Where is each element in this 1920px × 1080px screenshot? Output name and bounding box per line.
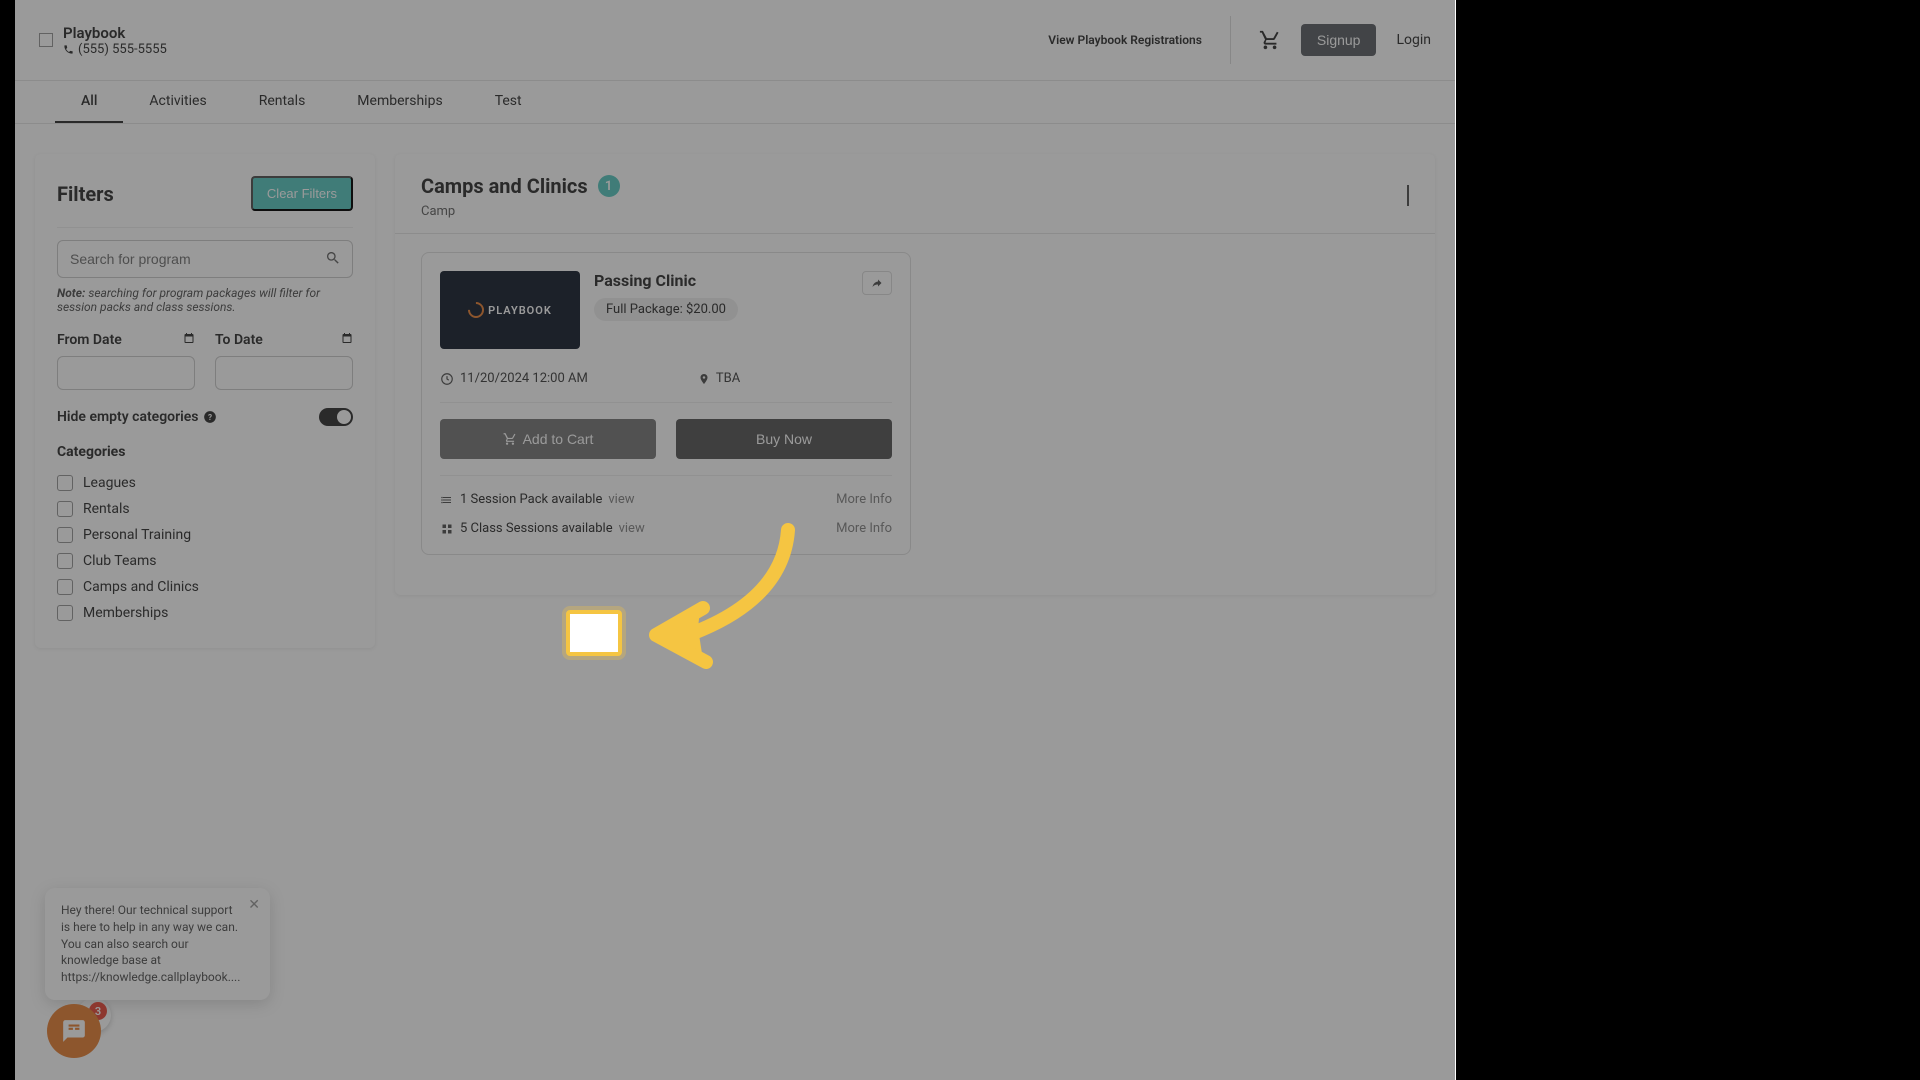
header: Playbook (555) 555-5555 View Playbook Re… — [15, 0, 1455, 81]
content-panel: Camps and Clinics 1 Camp PLAYBOOK — [395, 154, 1435, 595]
categories-title: Categories — [57, 444, 353, 460]
more-info-link[interactable]: More Info — [836, 492, 892, 507]
from-date-input[interactable] — [57, 356, 195, 390]
divider — [440, 402, 892, 403]
chevron-up-icon[interactable] — [1407, 187, 1409, 206]
brand-phone: (555) 555-5555 — [63, 42, 167, 57]
hide-empty-label: Hide empty categories — [57, 409, 199, 425]
calendar-icon — [183, 332, 195, 348]
chat-button[interactable] — [47, 1004, 101, 1058]
date-text: 11/20/2024 12:00 AM — [460, 371, 588, 386]
pin-icon — [698, 372, 710, 386]
program-card: PLAYBOOK Passing Clinic Full Package: $2… — [421, 252, 911, 555]
class-sessions-info: 5 Class Sessions available view — [440, 521, 645, 536]
from-date-label: From Date — [57, 332, 122, 348]
divider — [1230, 16, 1231, 64]
annotation-arrow-icon — [628, 520, 808, 680]
header-right: View Playbook Registrations Signup Login — [1048, 16, 1431, 64]
clear-filters-button[interactable]: Clear Filters — [251, 176, 353, 211]
tabs: All Activities Rentals Memberships Test — [15, 81, 1455, 124]
tab-all[interactable]: All — [55, 81, 123, 123]
search-input[interactable] — [57, 240, 353, 278]
add-to-cart-button[interactable]: Add to Cart — [440, 419, 656, 459]
category-memberships[interactable]: Memberships — [57, 600, 353, 626]
hide-empty-toggle[interactable] — [319, 408, 353, 426]
divider — [440, 475, 892, 476]
category-rentals[interactable]: Rentals — [57, 496, 353, 522]
program-image: PLAYBOOK — [440, 271, 580, 349]
annotation-highlight — [566, 610, 622, 656]
calendar-icon — [341, 332, 353, 348]
divider — [57, 227, 353, 228]
checkbox[interactable] — [57, 605, 73, 621]
phone-number: (555) 555-5555 — [78, 42, 167, 57]
section-subtitle: Camp — [421, 204, 620, 219]
filters-title: Filters — [57, 182, 114, 206]
note-label: Note: — [57, 286, 85, 300]
class-sessions-text: 5 Class Sessions available — [460, 521, 613, 536]
tab-memberships[interactable]: Memberships — [331, 81, 468, 123]
filters-panel: Filters Clear Filters Note: searching fo… — [35, 154, 375, 648]
to-date-input[interactable] — [215, 356, 353, 390]
location-meta: TBA — [698, 371, 740, 386]
brand-logo-icon — [39, 33, 53, 47]
checkbox[interactable] — [57, 553, 73, 569]
price-chip: Full Package: $20.00 — [594, 298, 738, 321]
tab-rentals[interactable]: Rentals — [233, 81, 332, 123]
category-leagues[interactable]: Leagues — [57, 470, 353, 496]
brand: Playbook (555) 555-5555 — [39, 24, 167, 57]
brand-name: Playbook — [63, 24, 167, 42]
signup-button[interactable]: Signup — [1301, 24, 1377, 56]
note-text: searching for program packages will filt… — [57, 286, 320, 314]
checkbox[interactable] — [57, 527, 73, 543]
date-meta: 11/20/2024 12:00 AM — [440, 371, 588, 386]
svg-text:?: ? — [207, 412, 211, 422]
category-club-teams[interactable]: Club Teams — [57, 548, 353, 574]
search-icon[interactable] — [325, 250, 341, 270]
category-personal-training[interactable]: Personal Training — [57, 522, 353, 548]
session-pack-text: 1 Session Pack available — [460, 492, 602, 507]
more-info-link[interactable]: More Info — [836, 521, 892, 536]
help-icon[interactable]: ? — [203, 410, 217, 424]
chat-popup: ✕ Hey there! Our technical support is he… — [45, 888, 270, 1000]
search-note: Note: searching for program packages wil… — [57, 286, 353, 314]
class-sessions-icon — [440, 523, 454, 535]
count-badge: 1 — [598, 175, 620, 197]
tab-activities[interactable]: Activities — [123, 81, 232, 123]
session-pack-icon — [440, 494, 454, 506]
tab-test[interactable]: Test — [469, 81, 548, 123]
cart-icon[interactable] — [1259, 29, 1281, 51]
program-title: Passing Clinic — [594, 271, 738, 290]
close-icon[interactable]: ✕ — [248, 896, 260, 916]
section-title: Camps and Clinics — [421, 174, 588, 198]
checkbox[interactable] — [57, 475, 73, 491]
to-date-label: To Date — [215, 332, 263, 348]
session-pack-view-link[interactable]: view — [608, 492, 634, 507]
share-button[interactable] — [862, 271, 892, 295]
phone-icon — [63, 44, 74, 55]
location-text: TBA — [716, 371, 740, 386]
clock-icon — [440, 372, 454, 386]
session-pack-info: 1 Session Pack available view — [440, 492, 634, 507]
chat-text: Hey there! Our technical support is here… — [61, 903, 240, 984]
checkbox[interactable] — [57, 501, 73, 517]
divider — [395, 233, 1435, 234]
checkbox[interactable] — [57, 579, 73, 595]
login-link[interactable]: Login — [1396, 32, 1431, 48]
view-registrations-link[interactable]: View Playbook Registrations — [1048, 33, 1202, 47]
buy-now-button[interactable]: Buy Now — [676, 419, 892, 459]
category-camps-clinics[interactable]: Camps and Clinics — [57, 574, 353, 600]
logo-text: PLAYBOOK — [488, 304, 552, 317]
